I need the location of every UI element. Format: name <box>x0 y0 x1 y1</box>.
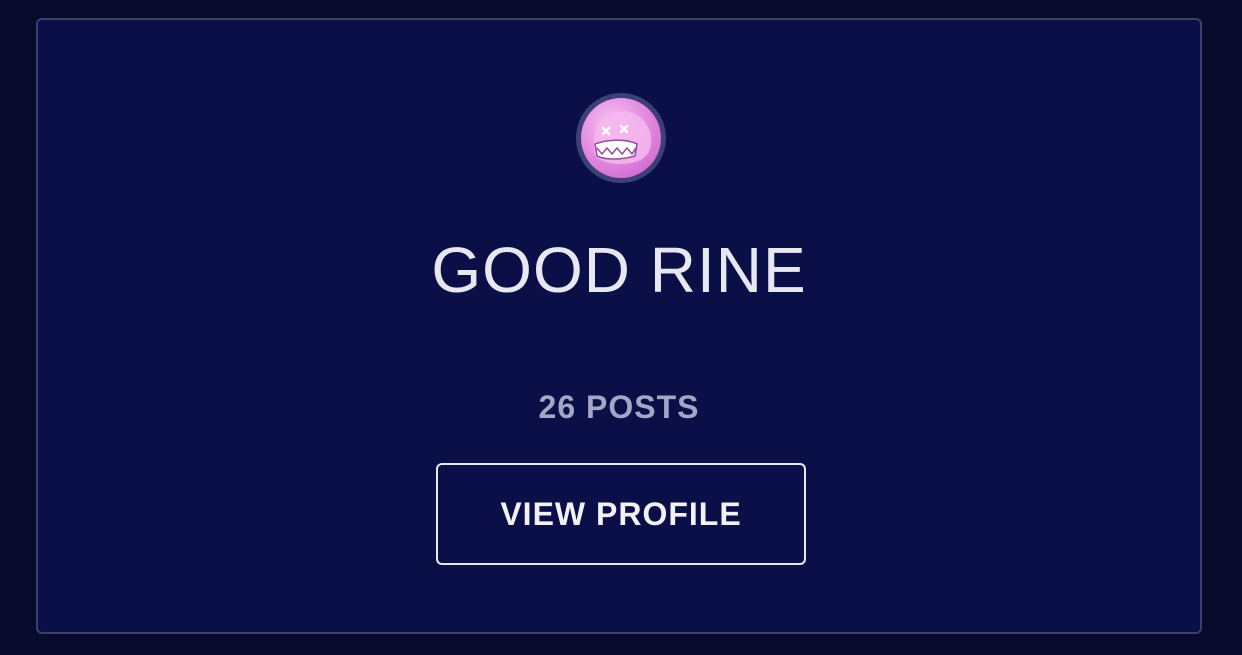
post-count: 26 POSTS <box>538 389 700 425</box>
view-profile-button[interactable]: VIEW PROFILE <box>436 463 806 565</box>
profile-name: GOOD RINE <box>431 234 807 306</box>
profile-card: GOOD RINE 26 POSTS VIEW PROFILE <box>36 18 1202 634</box>
avatar[interactable] <box>576 93 666 183</box>
ghost-avatar-icon <box>593 111 652 165</box>
